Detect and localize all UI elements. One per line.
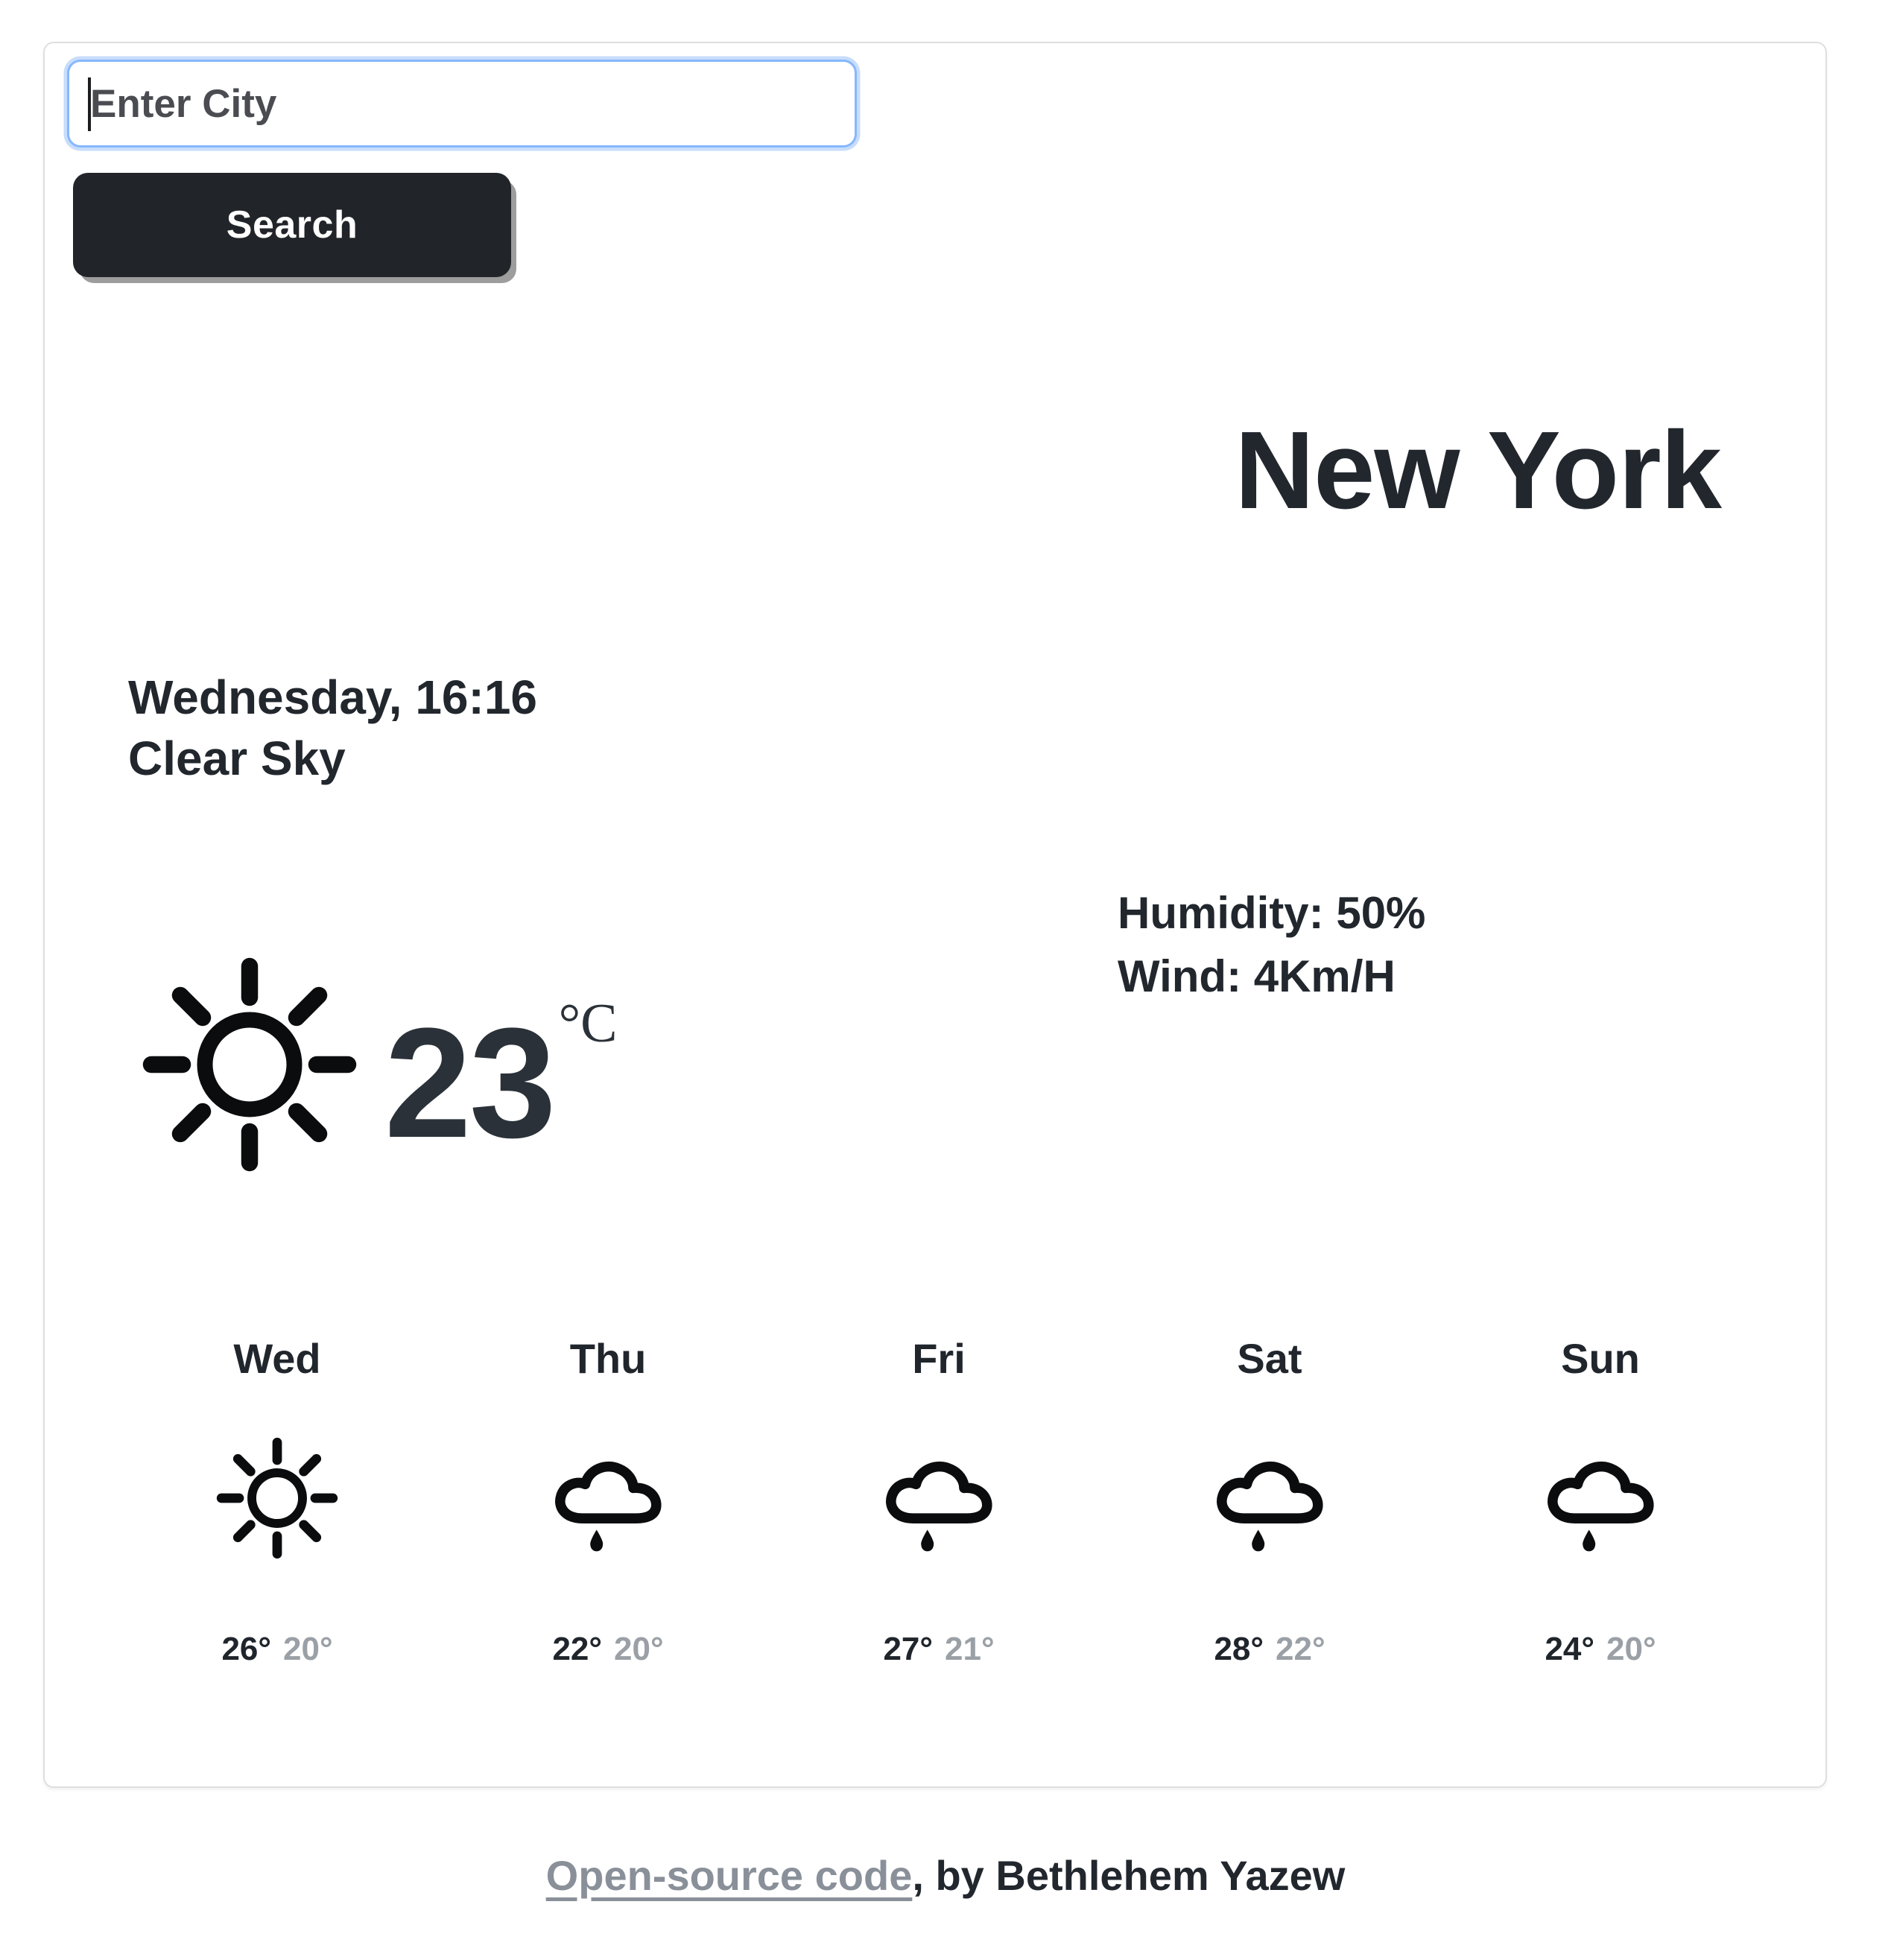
- forecast-day-label: Sun: [1561, 1335, 1640, 1382]
- forecast-icon-box: [443, 1412, 773, 1584]
- forecast-item: Wed 26° 20°: [112, 1338, 443, 1666]
- search-input[interactable]: [67, 60, 857, 148]
- sun-icon: [214, 1435, 340, 1561]
- forecast-high: 24°: [1545, 1631, 1594, 1667]
- forecast-item: Sun 24° 20°: [1435, 1338, 1766, 1666]
- current-datetime: Wednesday, 16:16: [128, 670, 537, 724]
- forecast-temps: 22° 20°: [443, 1633, 773, 1666]
- temperature-unit: °C: [558, 993, 618, 1054]
- forecast-low: 21°: [945, 1631, 995, 1667]
- rain-cloud-icon: [545, 1435, 671, 1561]
- forecast-day-label: Fri: [912, 1335, 966, 1382]
- forecast-low: 22°: [1276, 1631, 1325, 1667]
- rain-cloud-icon: [875, 1435, 1002, 1561]
- current-temperature-row: 23 °C: [134, 941, 618, 1176]
- weather-card: Search New York Wednesday, 16:16 Clear S…: [43, 42, 1827, 1788]
- forecast-high: 26°: [221, 1631, 271, 1667]
- forecast-icon-box: [112, 1412, 443, 1584]
- forecast-item: Sat 28° 22°: [1104, 1338, 1435, 1666]
- sun-icon: [134, 953, 365, 1176]
- forecast-temps: 24° 20°: [1435, 1633, 1766, 1666]
- author-credit: , by Bethlehem Yazew: [912, 1852, 1346, 1899]
- current-datetime-block: Wednesday, 16:16 Clear Sky: [128, 667, 537, 790]
- search-form: Search: [67, 60, 857, 277]
- humidity-value: Humidity: 50%: [1118, 888, 1426, 938]
- forecast-low: 20°: [283, 1631, 333, 1667]
- forecast-temps: 28° 22°: [1104, 1633, 1435, 1666]
- forecast-icon-box: [773, 1412, 1104, 1584]
- forecast-day-label: Sat: [1237, 1335, 1302, 1382]
- text-caret: [88, 77, 91, 131]
- city-name: New York: [1235, 409, 1722, 532]
- footer-credit: Open-source code, by Bethlehem Yazew: [0, 1855, 1891, 1897]
- forecast-item: Thu 22° 20°: [443, 1338, 773, 1666]
- forecast-item: Fri 27° 21°: [773, 1338, 1104, 1666]
- forecast-icon-box: [1435, 1412, 1766, 1584]
- forecast-high: 27°: [883, 1631, 933, 1667]
- open-source-link[interactable]: Open-source code: [546, 1852, 913, 1899]
- forecast-low: 20°: [614, 1631, 664, 1667]
- rain-cloud-icon: [1537, 1435, 1664, 1561]
- forecast-list: Wed 26° 20° Thu 22° 20° Fri 27° 21° Sat …: [112, 1338, 1766, 1666]
- current-temperature: 23: [384, 995, 557, 1170]
- forecast-temps: 26° 20°: [112, 1633, 443, 1666]
- current-condition: Clear Sky: [128, 731, 346, 785]
- wind-value: Wind: 4Km/H: [1118, 951, 1396, 1002]
- forecast-day-label: Wed: [233, 1335, 321, 1382]
- forecast-low: 20°: [1606, 1631, 1656, 1667]
- search-button[interactable]: Search: [73, 173, 511, 277]
- forecast-day-label: Thu: [569, 1335, 647, 1382]
- current-meta-block: Humidity: 50% Wind: 4Km/H: [1118, 881, 1425, 1008]
- forecast-temps: 27° 21°: [773, 1633, 1104, 1666]
- rain-cloud-icon: [1206, 1435, 1333, 1561]
- forecast-icon-box: [1104, 1412, 1435, 1584]
- forecast-high: 22°: [552, 1631, 602, 1667]
- forecast-high: 28°: [1214, 1631, 1264, 1667]
